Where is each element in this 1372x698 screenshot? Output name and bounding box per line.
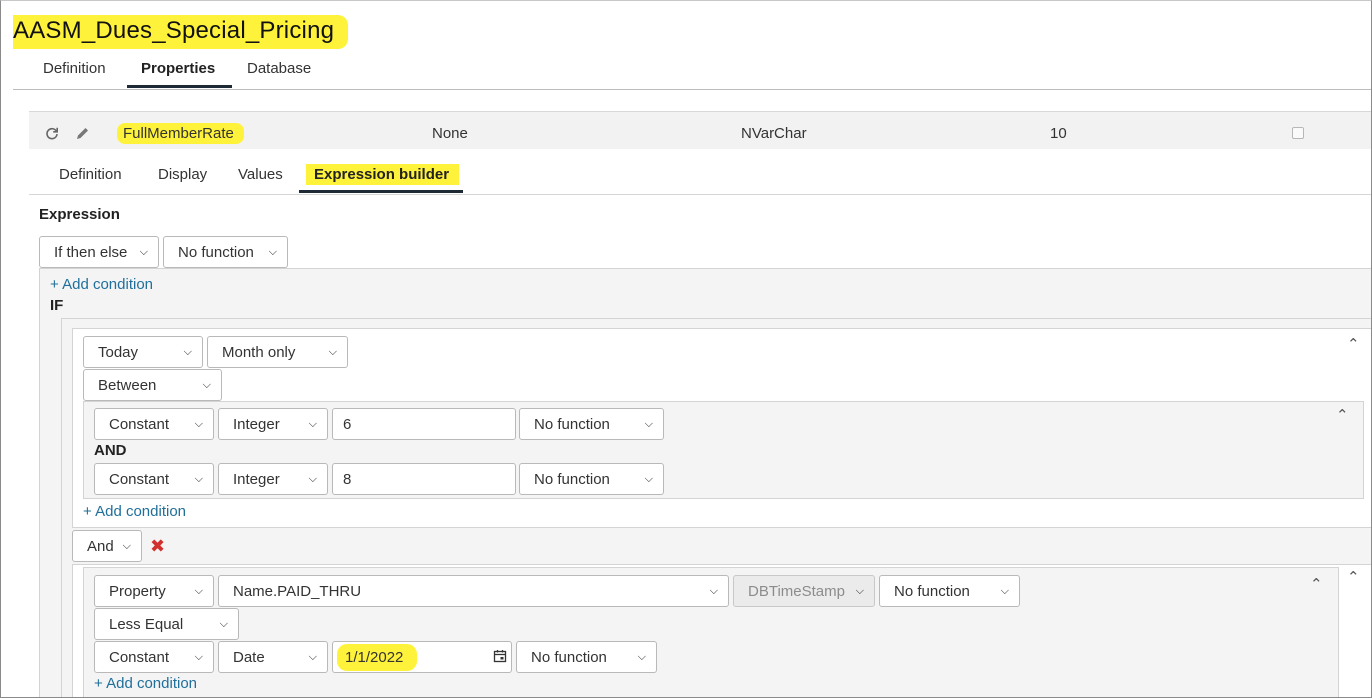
chevron-down-icon: ⌵ bbox=[194, 650, 203, 663]
collapse-icon[interactable]: ⌃ bbox=[1347, 335, 1360, 353]
chevron-down-icon: ⌵ bbox=[328, 345, 337, 358]
property-name[interactable]: FullMemberRate bbox=[117, 123, 244, 144]
refresh-icon[interactable] bbox=[45, 126, 59, 143]
condition1-part-value: Month only bbox=[222, 343, 296, 361]
condition2-source-value: Property bbox=[109, 582, 166, 600]
between-to-type-value: Integer bbox=[233, 470, 280, 488]
between-from-function-select[interactable]: No function ⌵ bbox=[519, 408, 664, 440]
active-subtab-indicator bbox=[299, 190, 463, 193]
between-to-type-select[interactable]: Integer ⌵ bbox=[218, 463, 328, 495]
condition2-property-select[interactable]: Name.PAID_THRU ⌵ bbox=[218, 575, 729, 607]
chevron-down-icon: ⌵ bbox=[194, 584, 203, 597]
chevron-down-icon: ⌵ bbox=[644, 417, 653, 430]
remove-condition-icon[interactable]: ✖ bbox=[150, 536, 165, 557]
collapse-icon[interactable]: ⌃ bbox=[1310, 575, 1323, 593]
condition2-property-value: Name.PAID_THRU bbox=[233, 582, 362, 600]
between-from-source-select[interactable]: Constant ⌵ bbox=[94, 408, 214, 440]
condition2-operator-select[interactable]: Less Equal ⌵ bbox=[94, 608, 239, 640]
condition2-operator-value: Less Equal bbox=[109, 615, 184, 633]
condition2-right-type-value: Date bbox=[233, 648, 265, 666]
between-to-function-value: No function bbox=[534, 470, 610, 488]
add-condition-link[interactable]: + Add condition bbox=[50, 276, 153, 293]
condition2-datatype-value: DBTimeStamp bbox=[748, 582, 845, 600]
chevron-down-icon: ⌵ bbox=[308, 472, 317, 485]
chevron-down-icon: ⌵ bbox=[308, 417, 317, 430]
chevron-down-icon: ⌵ bbox=[637, 650, 646, 663]
pencil-icon[interactable] bbox=[75, 126, 90, 144]
tab-properties[interactable]: Properties bbox=[141, 60, 215, 77]
subtab-display[interactable]: Display bbox=[158, 166, 207, 183]
condition2-right-source-value: Constant bbox=[109, 648, 170, 666]
condition2-function-select[interactable]: No function ⌵ bbox=[879, 575, 1020, 607]
and-label: AND bbox=[94, 442, 127, 459]
chevron-down-icon: ⌵ bbox=[139, 245, 148, 258]
between-to-source-select[interactable]: Constant ⌵ bbox=[94, 463, 214, 495]
condition2-add-condition-link[interactable]: + Add condition bbox=[94, 675, 197, 692]
if-label: IF bbox=[50, 297, 64, 314]
chevron-down-icon: ⌵ bbox=[709, 584, 718, 597]
subtab-expression-builder[interactable]: Expression builder bbox=[306, 164, 460, 185]
condition1-add-condition-link[interactable]: + Add condition bbox=[83, 503, 186, 520]
expression-function-select[interactable]: No function ⌵ bbox=[163, 236, 288, 268]
tab-database[interactable]: Database bbox=[247, 60, 311, 77]
tabs-divider bbox=[13, 89, 1371, 90]
condition2-right-source-select[interactable]: Constant ⌵ bbox=[94, 641, 214, 673]
condition1-operator-value: Between bbox=[98, 376, 157, 394]
collapse-icon[interactable]: ⌃ bbox=[1336, 406, 1349, 424]
chevron-down-icon: ⌵ bbox=[194, 472, 203, 485]
expression-function-value: No function bbox=[178, 243, 254, 261]
condition2-datatype-select: DBTimeStamp ⌵ bbox=[733, 575, 875, 607]
between-to-value-input[interactable]: 8 bbox=[332, 463, 516, 495]
expression-type-select[interactable]: If then else ⌵ bbox=[39, 236, 159, 268]
tab-definition[interactable]: Definition bbox=[43, 60, 106, 77]
between-from-type-value: Integer bbox=[233, 415, 280, 433]
condition2-function-value: No function bbox=[894, 582, 970, 600]
between-from-source-value: Constant bbox=[109, 415, 170, 433]
condition2-right-function-select[interactable]: No function ⌵ bbox=[516, 641, 657, 673]
expression-type-value: If then else bbox=[54, 243, 128, 261]
condition1-source-value: Today bbox=[98, 343, 139, 361]
chevron-down-icon: ⌵ bbox=[644, 472, 653, 485]
chevron-down-icon: ⌵ bbox=[202, 378, 211, 391]
joiner-value: And bbox=[87, 537, 114, 555]
condition1-part-select[interactable]: Month only ⌵ bbox=[207, 336, 348, 368]
subtab-definition[interactable]: Definition bbox=[59, 166, 122, 183]
chevron-down-icon: ⌵ bbox=[194, 417, 203, 430]
condition1-source-select[interactable]: Today ⌵ bbox=[83, 336, 203, 368]
expression-heading: Expression bbox=[39, 206, 120, 223]
app-frame: AASM_Dues_Special_Pricing Definition Pro… bbox=[0, 0, 1372, 698]
between-from-type-select[interactable]: Integer ⌵ bbox=[218, 408, 328, 440]
between-from-function-value: No function bbox=[534, 415, 610, 433]
condition2-date-input[interactable]: 1/1/2022 bbox=[332, 641, 512, 673]
between-to-function-select[interactable]: No function ⌵ bbox=[519, 463, 664, 495]
chevron-down-icon: ⌵ bbox=[1000, 584, 1009, 597]
chevron-down-icon: ⌵ bbox=[268, 245, 277, 258]
chevron-down-icon: ⌵ bbox=[183, 345, 192, 358]
condition2-right-type-select[interactable]: Date ⌵ bbox=[218, 641, 328, 673]
chevron-down-icon: ⌵ bbox=[308, 650, 317, 663]
joiner-select[interactable]: And ⌵ bbox=[72, 530, 142, 562]
chevron-down-icon: ⌵ bbox=[122, 539, 131, 552]
page-title: AASM_Dues_Special_Pricing bbox=[13, 15, 349, 49]
between-to-source-value: Constant bbox=[109, 470, 170, 488]
condition1-operator-select[interactable]: Between ⌵ bbox=[83, 369, 222, 401]
property-checkbox[interactable] bbox=[1292, 127, 1304, 139]
between-from-value-input[interactable]: 6 bbox=[332, 408, 516, 440]
condition2-source-select[interactable]: Property ⌵ bbox=[94, 575, 214, 607]
subtab-values[interactable]: Values bbox=[238, 166, 283, 183]
collapse-icon[interactable]: ⌃ bbox=[1347, 568, 1360, 586]
active-tab-indicator bbox=[127, 85, 232, 88]
calendar-icon[interactable] bbox=[493, 649, 507, 666]
subtabs-divider bbox=[29, 194, 1371, 195]
condition2-date-value: 1/1/2022 bbox=[337, 643, 418, 671]
chevron-down-icon: ⌵ bbox=[855, 584, 864, 597]
property-length: 10 bbox=[1050, 125, 1067, 142]
property-default-value: None bbox=[432, 125, 468, 142]
property-data-type: NVarChar bbox=[741, 125, 807, 142]
chevron-down-icon: ⌵ bbox=[219, 617, 228, 630]
condition2-right-function-value: No function bbox=[531, 648, 607, 666]
